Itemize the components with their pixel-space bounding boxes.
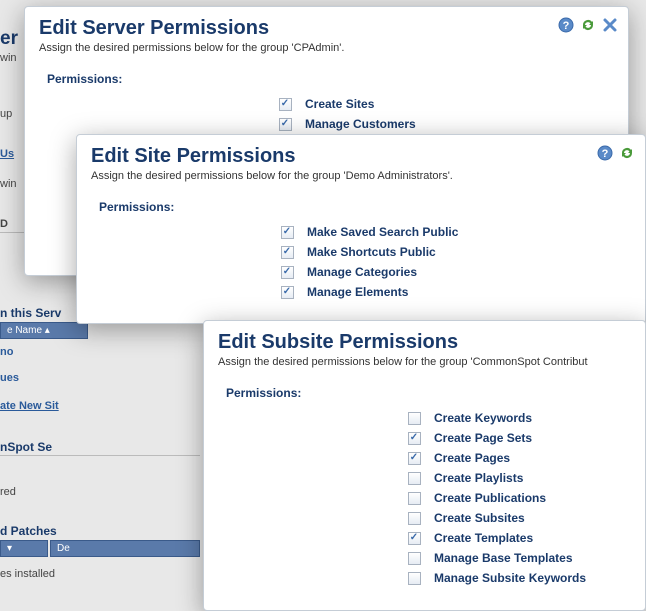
permission-checkbox[interactable]: ✓ (281, 246, 294, 259)
permission-checkbox[interactable] (408, 412, 421, 425)
permission-row: ✓Make Saved Search Public (277, 222, 645, 242)
permissions-label: Permissions: (77, 192, 645, 222)
permission-label: Manage Categories (297, 265, 417, 279)
permission-row: Manage Subsite Keywords (404, 568, 645, 588)
permission-row: Create Keywords (404, 408, 645, 428)
bg-fragment: red (0, 486, 16, 498)
permission-label: Create Pages (424, 451, 510, 465)
help-icon[interactable]: ? (597, 145, 613, 161)
permission-label: Create Sites (295, 97, 374, 111)
permission-checkbox[interactable] (408, 512, 421, 525)
help-icon[interactable]: ? (558, 17, 574, 33)
bg-fragment-link[interactable]: ate New Sit (0, 400, 59, 412)
bg-section-heading: d Patches (0, 524, 57, 538)
permission-label: Create Subsites (424, 511, 525, 525)
bg-section-heading: n this Serv (0, 306, 61, 320)
dialog-subtitle: Assign the desired permissions below for… (77, 170, 645, 192)
bg-table-header[interactable]: e Name ▴ (0, 322, 88, 339)
permission-checkbox[interactable] (408, 552, 421, 565)
bg-fragment-link[interactable]: no (0, 346, 13, 358)
edit-subsite-permissions-dialog: Edit Subsite Permissions Assign the desi… (203, 320, 646, 611)
permission-row: Create Subsites (404, 508, 645, 528)
permissions-label: Permissions: (25, 64, 628, 94)
dialog-controls: ? (558, 17, 618, 33)
permission-checkbox[interactable]: ✓ (279, 118, 292, 131)
dialog-subtitle: Assign the desired permissions below for… (204, 356, 645, 378)
permission-checkbox[interactable]: ✓ (281, 286, 294, 299)
permission-row: Manage Base Templates (404, 548, 645, 568)
permission-checkbox[interactable] (408, 492, 421, 505)
permission-checkbox[interactable]: ✓ (408, 432, 421, 445)
permission-label: Create Page Sets (424, 431, 532, 445)
permission-label: Manage Subsite Keywords (424, 571, 586, 585)
permission-label: Manage Customers (295, 117, 416, 131)
permission-label: Manage Elements (297, 285, 408, 299)
permission-label: Make Shortcuts Public (297, 245, 436, 259)
permission-row: ✓Create Pages (404, 448, 645, 468)
sort-icon: ▾ (7, 543, 12, 554)
bg-fragment: D (0, 218, 8, 230)
bg-section-heading: nSpot Se (0, 440, 52, 454)
dialog-controls: ? (597, 145, 635, 161)
bg-fragment: win (0, 178, 17, 190)
permission-row: ✓Manage Elements (277, 282, 645, 302)
dialog-title: Edit Subsite Permissions (204, 321, 645, 356)
bg-table-header[interactable]: De (50, 540, 200, 557)
permissions-list: Create Keywords✓Create Page Sets✓Create … (204, 408, 645, 588)
permission-label: Create Keywords (424, 411, 532, 425)
permission-label: Create Templates (424, 531, 533, 545)
dialog-title: Edit Site Permissions (77, 135, 645, 170)
bg-table-header-label: e Name (7, 325, 42, 336)
permission-row: ✓Manage Categories (277, 262, 645, 282)
permissions-list: ✓Create Sites✓Manage Customers (25, 94, 628, 134)
permissions-label: Permissions: (204, 378, 645, 408)
permission-row: ✓Manage Customers (275, 114, 628, 134)
bg-table-header[interactable]: ▾ (0, 540, 48, 557)
permission-checkbox[interactable] (408, 472, 421, 485)
edit-site-permissions-dialog: ? Edit Site Permissions Assign the desir… (76, 134, 646, 324)
permission-checkbox[interactable]: ✓ (281, 226, 294, 239)
bg-fragment-link[interactable]: ues (0, 372, 19, 384)
refresh-icon[interactable] (619, 145, 635, 161)
permission-checkbox[interactable]: ✓ (281, 266, 294, 279)
permission-label: Make Saved Search Public (297, 225, 458, 239)
dialog-title: Edit Server Permissions (25, 7, 628, 42)
permission-checkbox[interactable]: ✓ (408, 532, 421, 545)
bg-fragment-title: er (0, 28, 18, 50)
svg-text:?: ? (563, 20, 570, 32)
bg-fragment: es installed (0, 568, 55, 580)
bg-fragment: win (0, 52, 17, 64)
permission-label: Manage Base Templates (424, 551, 573, 565)
permission-row: Create Playlists (404, 468, 645, 488)
permissions-list: ✓Make Saved Search Public✓Make Shortcuts… (77, 222, 645, 302)
permission-row: Create Publications (404, 488, 645, 508)
permission-label: Create Publications (424, 491, 546, 505)
close-icon[interactable] (602, 17, 618, 33)
permission-checkbox[interactable] (408, 572, 421, 585)
svg-text:?: ? (602, 148, 609, 160)
permission-row: ✓Create Templates (404, 528, 645, 548)
refresh-icon[interactable] (580, 17, 596, 33)
permission-checkbox[interactable]: ✓ (408, 452, 421, 465)
sort-icon: ▴ (45, 325, 50, 336)
bg-divider (0, 455, 200, 456)
permission-row: ✓Create Sites (275, 94, 628, 114)
permission-row: ✓Make Shortcuts Public (277, 242, 645, 262)
permission-checkbox[interactable]: ✓ (279, 98, 292, 111)
permission-row: ✓Create Page Sets (404, 428, 645, 448)
bg-fragment: up (0, 108, 12, 120)
dialog-subtitle: Assign the desired permissions below for… (25, 42, 628, 64)
bg-fragment-link[interactable]: Us (0, 148, 14, 160)
permission-label: Create Playlists (424, 471, 523, 485)
